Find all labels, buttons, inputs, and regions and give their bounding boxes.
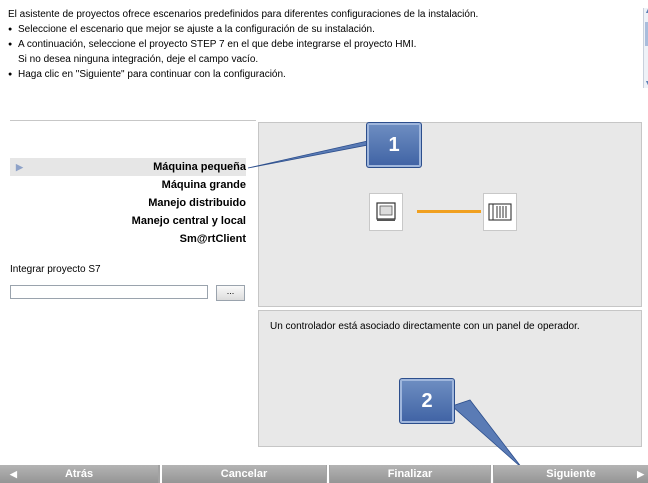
callout-1: 1 <box>366 122 422 168</box>
cancel-button[interactable]: Cancelar <box>162 465 326 483</box>
wizard-nav: ◀ Atrás Cancelar Finalizar Siguiente ▶ <box>0 465 648 483</box>
next-button[interactable]: Siguiente ▶ <box>494 465 648 483</box>
back-arrow-icon: ◀ <box>10 469 17 479</box>
callout-pointers <box>247 139 523 469</box>
back-label: Atrás <box>64 468 94 480</box>
back-button[interactable]: ◀ Atrás <box>0 465 158 483</box>
nav-separator <box>491 465 493 483</box>
callout-2-pointer <box>451 399 523 469</box>
finish-button[interactable]: Finalizar <box>330 465 490 483</box>
next-label: Siguiente <box>546 468 596 480</box>
nav-separator <box>327 465 329 483</box>
callout-2: 2 <box>399 378 455 424</box>
cancel-label: Cancelar <box>220 468 268 480</box>
next-arrow-icon: ▶ <box>637 469 644 479</box>
finish-label: Finalizar <box>387 468 433 480</box>
